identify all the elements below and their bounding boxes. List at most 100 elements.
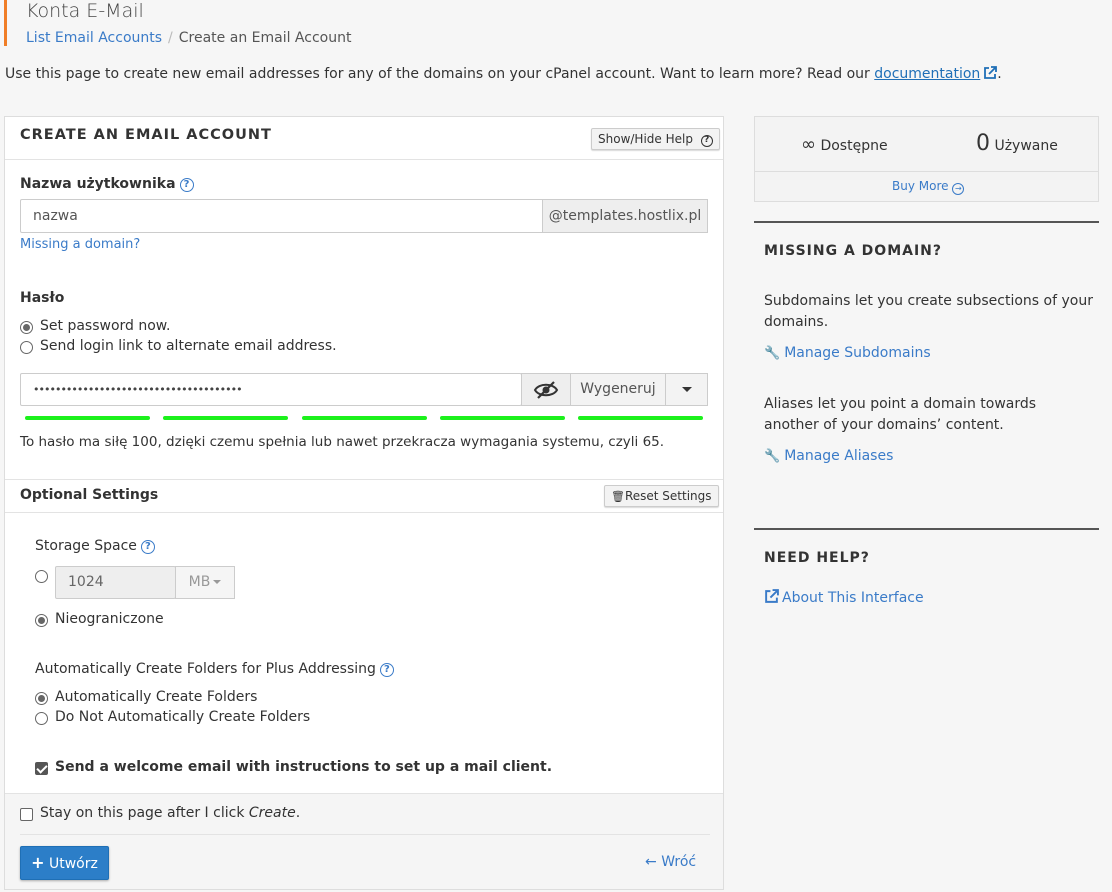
unlimited-label: Nieograniczone <box>55 611 164 627</box>
stay-label-suffix: . <box>295 805 301 821</box>
stay-label-create: Create <box>248 805 296 821</box>
generate-password-button[interactable]: Wygeneruj <box>570 373 666 406</box>
plus-addressing-help-icon[interactable]: ? <box>379 663 394 677</box>
no-auto-create-folders-label: Do Not Automatically Create Folders <box>55 709 311 725</box>
plus-addressing-label: Automatically Create Folders for Plus Ad… <box>35 661 394 677</box>
page-title: Konta E-Mail <box>26 0 144 22</box>
storage-unit-select[interactable]: MB <box>175 566 235 599</box>
create-button[interactable]: + Utwórz <box>20 846 109 880</box>
breadcrumb-current: Create an Email Account <box>178 30 352 46</box>
subdomains-text: Subdomains let you create subsections of… <box>764 293 1093 330</box>
password-strength-text: To hasło ma siłę 100, dzięki czemu spełn… <box>20 434 665 450</box>
intro-end: . <box>997 66 1002 82</box>
storage-help-icon[interactable]: ? <box>140 540 155 554</box>
form-footer: Stay on this page after I click Create. … <box>5 793 723 889</box>
plus-addressing-label-text: Automatically Create Folders for Plus Ad… <box>35 661 376 677</box>
email-quota-card: ∞ Dostępne 0 Używane Buy More → <box>754 116 1099 202</box>
need-help-title: NEED HELP? <box>764 550 870 566</box>
storage-space-label: Storage Space? <box>35 538 155 554</box>
external-link-icon <box>765 589 779 603</box>
sidebar-rule-2 <box>754 528 1099 530</box>
create-button-label: Utwórz <box>49 856 98 872</box>
radio-storage-limited[interactable] <box>35 570 48 583</box>
welcome-email-label: Send a welcome email with instructions t… <box>55 759 553 775</box>
about-interface-label: About This Interface <box>782 590 924 606</box>
buy-more-link[interactable]: Buy More → <box>892 179 965 195</box>
username-input[interactable]: nazwa <box>20 199 543 233</box>
breadcrumb-separator: / <box>168 30 173 46</box>
generate-options-dropdown[interactable] <box>665 373 708 406</box>
breadcrumb-list-email-accounts[interactable]: List Email Accounts <box>26 30 162 46</box>
set-password-now-label: Set password now. <box>40 318 171 334</box>
auto-create-folders-label: Automatically Create Folders <box>55 689 258 705</box>
card-divider <box>755 171 1098 172</box>
toggle-password-visibility-button[interactable] <box>521 373 571 406</box>
optional-divider-top <box>5 479 723 480</box>
optional-divider-bottom <box>5 512 723 513</box>
send-login-link-label: Send login link to alternate email addre… <box>40 338 337 354</box>
back-link-label: Wróć <box>661 854 697 870</box>
optional-settings-title: Optional Settings <box>20 487 159 503</box>
strength-bar-5 <box>578 416 703 420</box>
show-hide-help-label: Show/Hide Help <box>598 132 693 146</box>
manage-subdomains-link[interactable]: 🔧 Manage Subdomains <box>764 345 931 361</box>
strength-bar-3 <box>302 416 427 420</box>
strength-bar-2 <box>163 416 288 420</box>
buy-more-label: Buy More <box>892 179 949 193</box>
used-stat: 0 Używane <box>976 131 1058 156</box>
reset-settings-label: Reset Settings <box>624 489 712 503</box>
username-label: Nazwa użytkownika? <box>20 176 194 192</box>
external-link-icon <box>984 66 998 79</box>
storage-space-label-text: Storage Space <box>35 538 137 554</box>
radio-auto-create-folders[interactable] <box>35 692 48 705</box>
username-label-text: Nazwa użytkownika <box>20 176 176 192</box>
show-hide-help-button[interactable]: Show/Hide Help ? <box>591 128 720 150</box>
create-email-panel: CREATE AN EMAIL ACCOUNT Show/Hide Help ?… <box>4 116 724 890</box>
footer-divider <box>20 834 710 835</box>
wrench-icon: 🔧 <box>764 449 781 464</box>
missing-domain-title: MISSING A DOMAIN? <box>764 243 943 259</box>
radio-set-password-now[interactable] <box>20 321 33 334</box>
help-icon: ? <box>700 135 713 147</box>
welcome-email-checkbox[interactable] <box>35 762 48 775</box>
stay-on-page-label: Stay on this page after I click Create. <box>40 805 300 821</box>
radio-send-login-link[interactable] <box>20 341 33 354</box>
used-count: 0 <box>976 131 990 156</box>
documentation-link[interactable]: documentation <box>874 66 980 82</box>
trash-icon: 🗑 <box>611 490 625 503</box>
available-stat: ∞ Dostępne <box>801 134 888 155</box>
eye-slash-icon <box>533 381 559 399</box>
storage-quota-input[interactable]: 1024 <box>55 566 176 599</box>
radio-no-auto-create-folders[interactable] <box>35 712 48 725</box>
about-interface-link[interactable]: About This Interface <box>764 589 924 606</box>
password-input[interactable]: •••••••••••••••••••••••••••••••••••••• <box>20 373 522 406</box>
infinity-icon: ∞ <box>801 134 816 155</box>
manage-aliases-link[interactable]: 🔧 Manage Aliases <box>764 448 893 464</box>
breadcrumb: List Email Accounts / Create an Email Acco… <box>26 30 351 46</box>
missing-domain-link[interactable]: Missing a domain? <box>20 237 140 252</box>
sidebar-rule-1 <box>754 221 1099 223</box>
intro-body: Use this page to create new email addres… <box>5 66 870 82</box>
arrow-circle-right-icon: → <box>952 183 965 195</box>
stay-on-page-checkbox[interactable] <box>20 808 33 821</box>
title-accent-bar <box>4 0 7 46</box>
caret-down-icon <box>213 580 222 584</box>
intro-text: Use this page to create new email addres… <box>5 66 1002 82</box>
username-help-icon[interactable]: ? <box>179 178 194 192</box>
used-label: Używane <box>994 138 1058 154</box>
manage-subdomains-label: Manage Subdomains <box>784 345 931 361</box>
caret-down-icon <box>681 387 692 392</box>
strength-bar-1 <box>25 416 150 420</box>
back-link[interactable]: ← Wróć <box>645 854 696 870</box>
arrow-left-icon: ← <box>645 854 657 870</box>
panel-title: CREATE AN EMAIL ACCOUNT <box>20 127 272 143</box>
strength-bar-4 <box>440 416 565 420</box>
stay-label-prefix: Stay on this page after I click <box>40 805 245 821</box>
wrench-icon: 🔧 <box>764 346 781 361</box>
reset-settings-button[interactable]: 🗑Reset Settings <box>604 485 719 507</box>
storage-unit-label: MB <box>188 574 211 590</box>
radio-storage-unlimited[interactable] <box>35 614 48 627</box>
password-label: Hasło <box>20 290 65 306</box>
plus-icon: + <box>31 853 45 872</box>
domain-addon[interactable]: @templates.hostlix.pl <box>542 199 708 233</box>
